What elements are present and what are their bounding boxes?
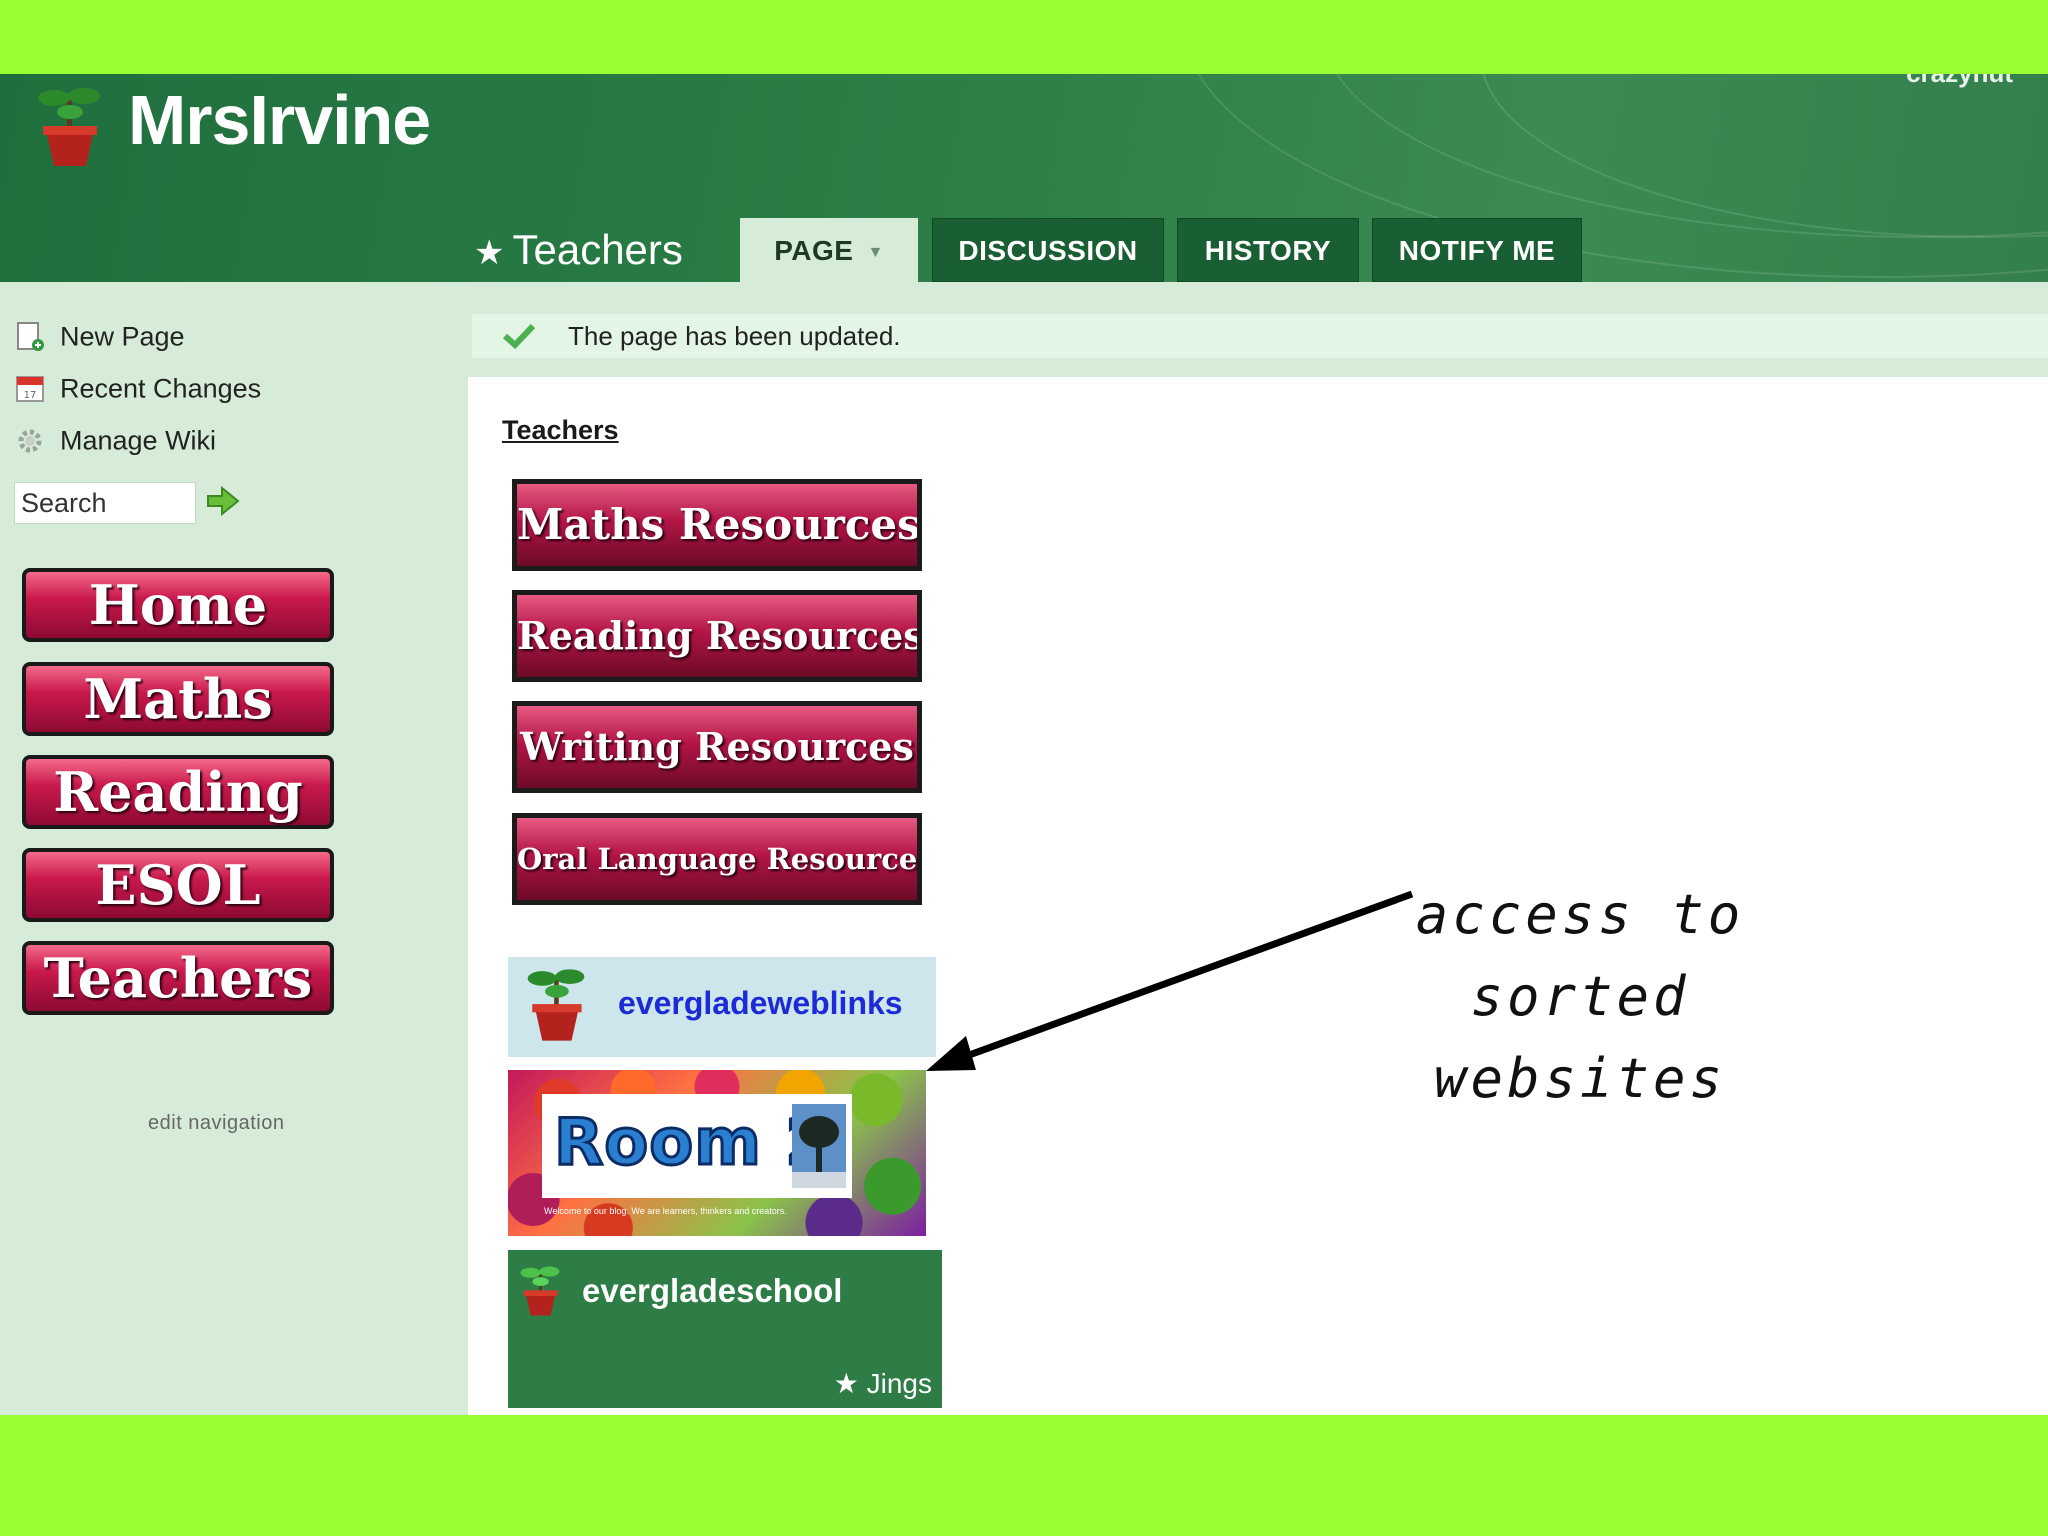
writing-resources-button[interactable]: Writing Resources [512, 701, 922, 793]
plant-pot-icon [520, 1266, 560, 1316]
oral-language-resources-button[interactable]: Oral Language Resources [512, 813, 922, 905]
sidebar-item-label: Manage Wiki [60, 425, 217, 456]
page-tabs-row: ★ Teachers PAGE ▼ DISCUSSION HISTORY NOTIF… [0, 218, 2048, 282]
chevron-down-icon: ▼ [867, 243, 884, 261]
evergladeschool-link[interactable]: evergladeschool [582, 1272, 842, 1310]
sidebar-item-manage-wiki[interactable]: Manage Wiki [14, 424, 216, 464]
reading-resources-button[interactable]: Reading Resources [512, 590, 922, 682]
evergladeschool-card[interactable]: evergladeschool ★ Jings [508, 1250, 942, 1408]
annotation-line: websites [1433, 1047, 1727, 1110]
update-notice: The page has been updated. [472, 314, 2048, 358]
sidebar-item-new-page[interactable]: New Page [14, 320, 185, 360]
evergladeweblinks-card[interactable]: evergladeweblinks [508, 957, 936, 1057]
edit-navigation-link[interactable]: edit navigation [148, 1112, 284, 1135]
tab-history[interactable]: HISTORY [1177, 218, 1359, 282]
sidebar-item-label: New Page [60, 321, 185, 352]
room-2-tagline: Welcome to our blog. We are learners, th… [544, 1206, 787, 1216]
maths-resources-button[interactable]: Maths Resources [512, 479, 922, 571]
room-2-blog-banner[interactable]: Room 2 Welcome to our blog. We are learn… [508, 1070, 926, 1236]
tab-page[interactable]: PAGE ▼ [740, 218, 918, 282]
svg-text:17: 17 [24, 390, 37, 401]
annotation-arrow-icon [926, 890, 1414, 1071]
user-name[interactable]: crazynut [1906, 74, 2013, 89]
tree-icon [792, 1104, 846, 1188]
tab-page-label: PAGE [774, 235, 854, 266]
page-name: ★ Teachers [474, 222, 683, 281]
handwritten-annotation: access to sorted websites [1400, 874, 1760, 1120]
nav-button-maths[interactable]: Maths [22, 662, 334, 736]
gear-icon [18, 429, 42, 453]
nav-button-reading[interactable]: Reading [22, 755, 334, 829]
nav-button-teachers[interactable]: Teachers [22, 941, 334, 1015]
favorite-star-icon[interactable]: ★ [474, 234, 504, 272]
site-title[interactable]: MrsIrvine [128, 80, 431, 160]
calendar-icon: 17 [16, 375, 44, 402]
page-name-label: Teachers [512, 226, 683, 273]
tab-notify-me[interactable]: NOTIFY ME [1372, 218, 1582, 282]
content-title-link[interactable]: Teachers [502, 415, 619, 446]
jings-credit[interactable]: ★ Jings [834, 1367, 932, 1400]
checkmark-icon [502, 323, 536, 350]
site-header: crazynut MrsIrvine ★Teachers PAGE ▼ DISCU… [0, 74, 2048, 282]
annotation-line: sorted [1470, 965, 1690, 1028]
plant-pot-logo-icon[interactable] [34, 86, 104, 168]
nav-button-esol[interactable]: ESOL [22, 848, 334, 922]
wiki-screen: crazynut MrsIrvine ★Teachers PAGE▼ DISCU… [0, 74, 2048, 1415]
tab-discussion[interactable]: DISCUSSION [932, 218, 1164, 282]
plant-pot-icon [527, 969, 585, 1041]
room-2-panel: Room 2 [542, 1094, 852, 1198]
notice-message: The page has been updated. [568, 321, 901, 351]
annotation-line: access to [1415, 883, 1745, 946]
sidebar-item-label: Recent Changes [60, 373, 262, 404]
sidebar: New Page 17 Recent Changes Manage Wiki S… [0, 282, 468, 1415]
nav-button-home[interactable]: Home [22, 568, 334, 642]
evergladeweblinks-link[interactable]: evergladeweblinks [618, 985, 903, 1022]
room-2-title: Room 2 [553, 1105, 832, 1182]
sidebar-item-recent-changes[interactable]: 17 Recent Changes [14, 372, 261, 412]
search-input[interactable]: Search [14, 482, 196, 524]
new-page-icon [17, 321, 44, 351]
arrow-right-go-icon[interactable] [206, 486, 240, 516]
